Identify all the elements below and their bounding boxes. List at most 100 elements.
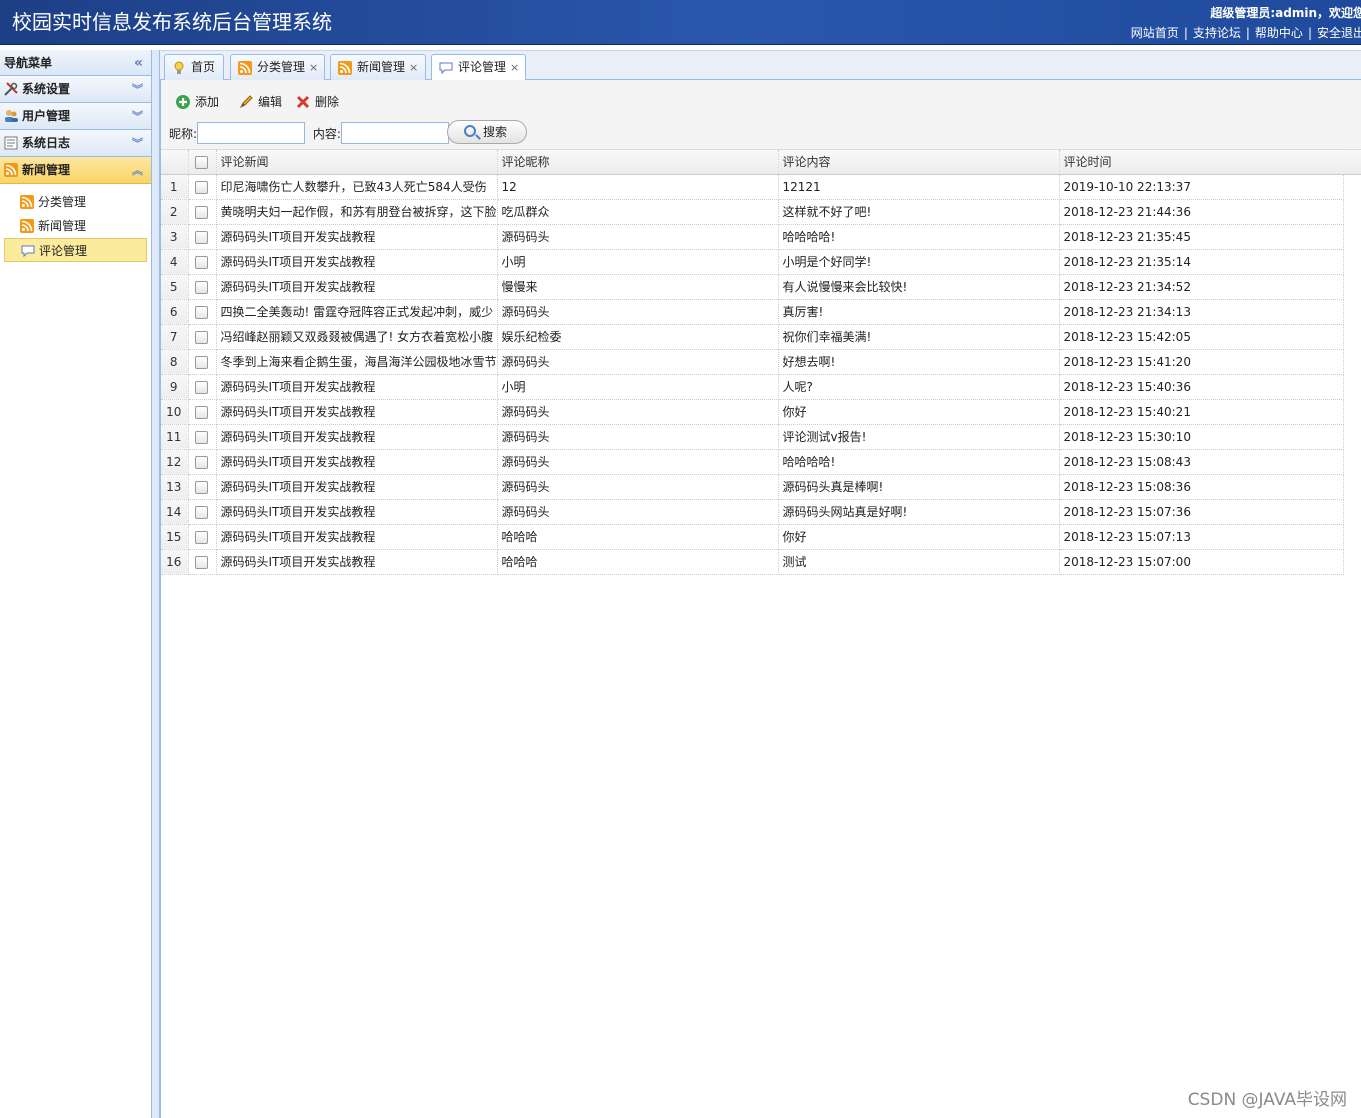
row-checkbox[interactable] [195,330,208,344]
close-icon[interactable]: × [510,61,519,74]
row-checkbox[interactable] [195,405,208,419]
link-help[interactable]: 帮助中心 [1255,26,1303,40]
cell-time: 2018-12-23 15:08:43 [1059,449,1344,475]
row-checkbox[interactable] [195,480,208,494]
close-icon[interactable]: × [409,61,418,74]
row-checkbox[interactable] [195,230,208,244]
tab-home[interactable]: 首页 [164,54,224,81]
app-header: 校园实时信息发布系统后台管理系统 超级管理员:admin，欢迎您 网站首页 | 支持… [0,0,1361,45]
edit-button[interactable]: 编辑 [238,92,282,112]
cell-news: 源码码头IT项目开发实战教程 [216,424,498,450]
sidebar-group-system-settings[interactable]: 系统设置 ︾ [0,76,151,103]
table-row[interactable]: 5 源码码头IT项目开发实战教程 慢慢来 有人说慢慢来会比较快! 2018-12-23 … [161,274,1344,300]
pencil-icon [239,95,253,109]
cell-content: 源码码头真是棒啊! [778,474,1060,500]
sidebar-item-news-management[interactable]: 新闻管理 [4,214,147,238]
table-row[interactable]: 15 源码码头IT项目开发实战教程 哈哈哈 你好 2018-12-23 15:07:13 [161,524,1344,550]
chevron-down-icon: ︾ [132,83,143,96]
column-header-content[interactable]: 评论内容 [778,150,1060,175]
link-home[interactable]: 网站首页 [1131,26,1179,40]
grid-header-scroll-cap [1343,150,1361,175]
row-checkbox[interactable] [195,280,208,294]
add-button[interactable]: 添加 [175,92,219,112]
cell-news: 源码码头IT项目开发实战教程 [216,399,498,425]
toolbar: 添加 编辑 删除 昵称: 内容: 搜索 [161,80,1361,150]
table-row[interactable]: 4 源码码头IT项目开发实战教程 小明 小明是个好同学! 2018-12-23 21:3… [161,249,1344,275]
content-input[interactable] [340,122,449,144]
news-sub-menu: 分类管理 新闻管理 评论管理 [0,184,151,268]
table-row[interactable]: 7 冯绍峰赵丽颖又双叒叕被偶遇了! 女方衣着宽松小腹 娱乐纪检委 祝你们幸福美满! 20… [161,324,1344,350]
sidebar-group-news-management[interactable]: 新闻管理 ︽ [0,157,151,184]
table-row[interactable]: 9 源码码头IT项目开发实战教程 小明 人呢? 2018-12-23 15:40:36 [161,374,1344,400]
row-checkbox-cell [188,349,217,375]
row-checkbox-cell [188,324,217,350]
table-row[interactable]: 13 源码码头IT项目开发实战教程 源码码头 源码码头真是棒啊! 2018-12-23 … [161,474,1344,500]
row-checkbox[interactable] [195,380,208,394]
column-header-nickname[interactable]: 评论昵称 [497,150,779,175]
cell-content: 有人说慢慢来会比较快! [778,274,1060,300]
row-checkbox[interactable] [195,355,208,369]
row-number-header [161,150,189,175]
search-row: 昵称: 内容: [169,122,449,146]
rss-icon [20,195,34,209]
collapse-left-icon[interactable]: « [134,50,143,76]
table-row[interactable]: 12 源码码头IT项目开发实战教程 源码码头 哈哈哈哈! 2018-12-23 15:0… [161,449,1344,475]
select-all-checkbox[interactable] [195,155,208,169]
table-row[interactable]: 10 源码码头IT项目开发实战教程 源码码头 你好 2018-12-23 15:40:2… [161,399,1344,425]
row-checkbox[interactable] [195,555,208,569]
tab-bar: 首页 分类管理 × 新闻管理 × 评论管理 × [160,50,1361,82]
row-checkbox-cell [188,224,217,250]
cell-time: 2018-12-23 15:07:36 [1059,499,1344,525]
column-header-time[interactable]: 评论时间 [1059,150,1344,175]
panel-splitter[interactable] [152,50,160,1118]
header-links: 网站首页 | 支持论坛 | 帮助中心 | 安全退出 [1131,24,1361,41]
table-row[interactable]: 11 源码码头IT项目开发实战教程 源码码头 评论测试v报告! 2018-12-23 1… [161,424,1344,450]
search-button[interactable]: 搜索 [447,120,527,144]
cell-news: 冯绍峰赵丽颖又双叒叕被偶遇了! 女方衣着宽松小腹 [216,324,498,350]
row-checkbox[interactable] [195,505,208,519]
sidebar-group-system-log[interactable]: 系统日志 ︾ [0,130,151,157]
row-checkbox[interactable] [195,530,208,544]
row-checkbox[interactable] [195,205,208,219]
row-checkbox[interactable] [195,305,208,319]
nickname-input[interactable] [197,122,306,144]
sidebar-item-category-management[interactable]: 分类管理 [4,190,147,214]
table-row[interactable]: 6 四换二全美轰动! 雷霆夺冠阵容正式发起冲刺，威少 源码码头 真厉害! 2018-12… [161,299,1344,325]
table-row[interactable]: 8 冬季到上海来看企鹅生蛋，海昌海洋公园极地冰雪节 源码码头 好想去啊! 2018-12… [161,349,1344,375]
cell-time: 2018-12-23 15:42:05 [1059,324,1344,350]
cell-nickname: 哈哈哈 [497,524,779,550]
welcome-text: 超级管理员:admin，欢迎您 [1210,6,1361,20]
cell-nickname: 源码码头 [497,299,779,325]
sidebar-group-user-management[interactable]: 用户管理 ︾ [0,103,151,130]
table-row[interactable]: 1 印尼海啸伤亡人数攀升，已致43人死亡584人受伤 12 12121 2019-10-… [161,174,1344,200]
row-checkbox[interactable] [195,455,208,469]
table-row[interactable]: 14 源码码头IT项目开发实战教程 源码码头 源码码头网站真是好啊! 2018-12-2… [161,499,1344,525]
sidebar-item-comment-management[interactable]: 评论管理 [4,238,147,262]
cell-time: 2018-12-23 15:08:36 [1059,474,1344,500]
row-checkbox[interactable] [195,180,208,194]
column-header-news[interactable]: 评论新闻 [216,150,498,175]
tab-comment-management[interactable]: 评论管理 × [431,54,526,82]
table-row[interactable]: 16 源码码头IT项目开发实战教程 哈哈哈 测试 2018-12-23 15:07:00 [161,549,1344,575]
close-icon[interactable]: × [309,61,318,74]
cell-nickname: 源码码头 [497,424,779,450]
row-number: 9 [161,374,189,400]
cell-nickname: 慢慢来 [497,274,779,300]
link-forum[interactable]: 支持论坛 [1193,26,1241,40]
table-row[interactable]: 3 源码码头IT项目开发实战教程 源码码头 哈哈哈哈! 2018-12-23 21:35… [161,224,1344,250]
row-checkbox[interactable] [195,430,208,444]
cell-news: 冬季到上海来看企鹅生蛋，海昌海洋公园极地冰雪节 [216,349,498,375]
row-number: 14 [161,499,189,525]
delete-button[interactable]: 删除 [295,92,339,112]
tab-category-management[interactable]: 分类管理 × [230,54,325,81]
tab-news-management[interactable]: 新闻管理 × [330,54,426,81]
cell-news: 源码码头IT项目开发实战教程 [216,449,498,475]
table-row[interactable]: 2 黄晓明夫妇一起作假，和苏有朋登台被拆穿，这下脸红了 吃瓜群众 这样就不好了吧! 20… [161,199,1344,225]
sub-item-label: 新闻管理 [38,219,87,233]
row-checkbox-cell [188,174,217,200]
cell-content: 人呢? [778,374,1060,400]
cell-news: 源码码头IT项目开发实战教程 [216,499,498,525]
row-checkbox[interactable] [195,255,208,269]
rss-icon [4,163,18,177]
link-logout[interactable]: 安全退出 [1317,26,1361,40]
